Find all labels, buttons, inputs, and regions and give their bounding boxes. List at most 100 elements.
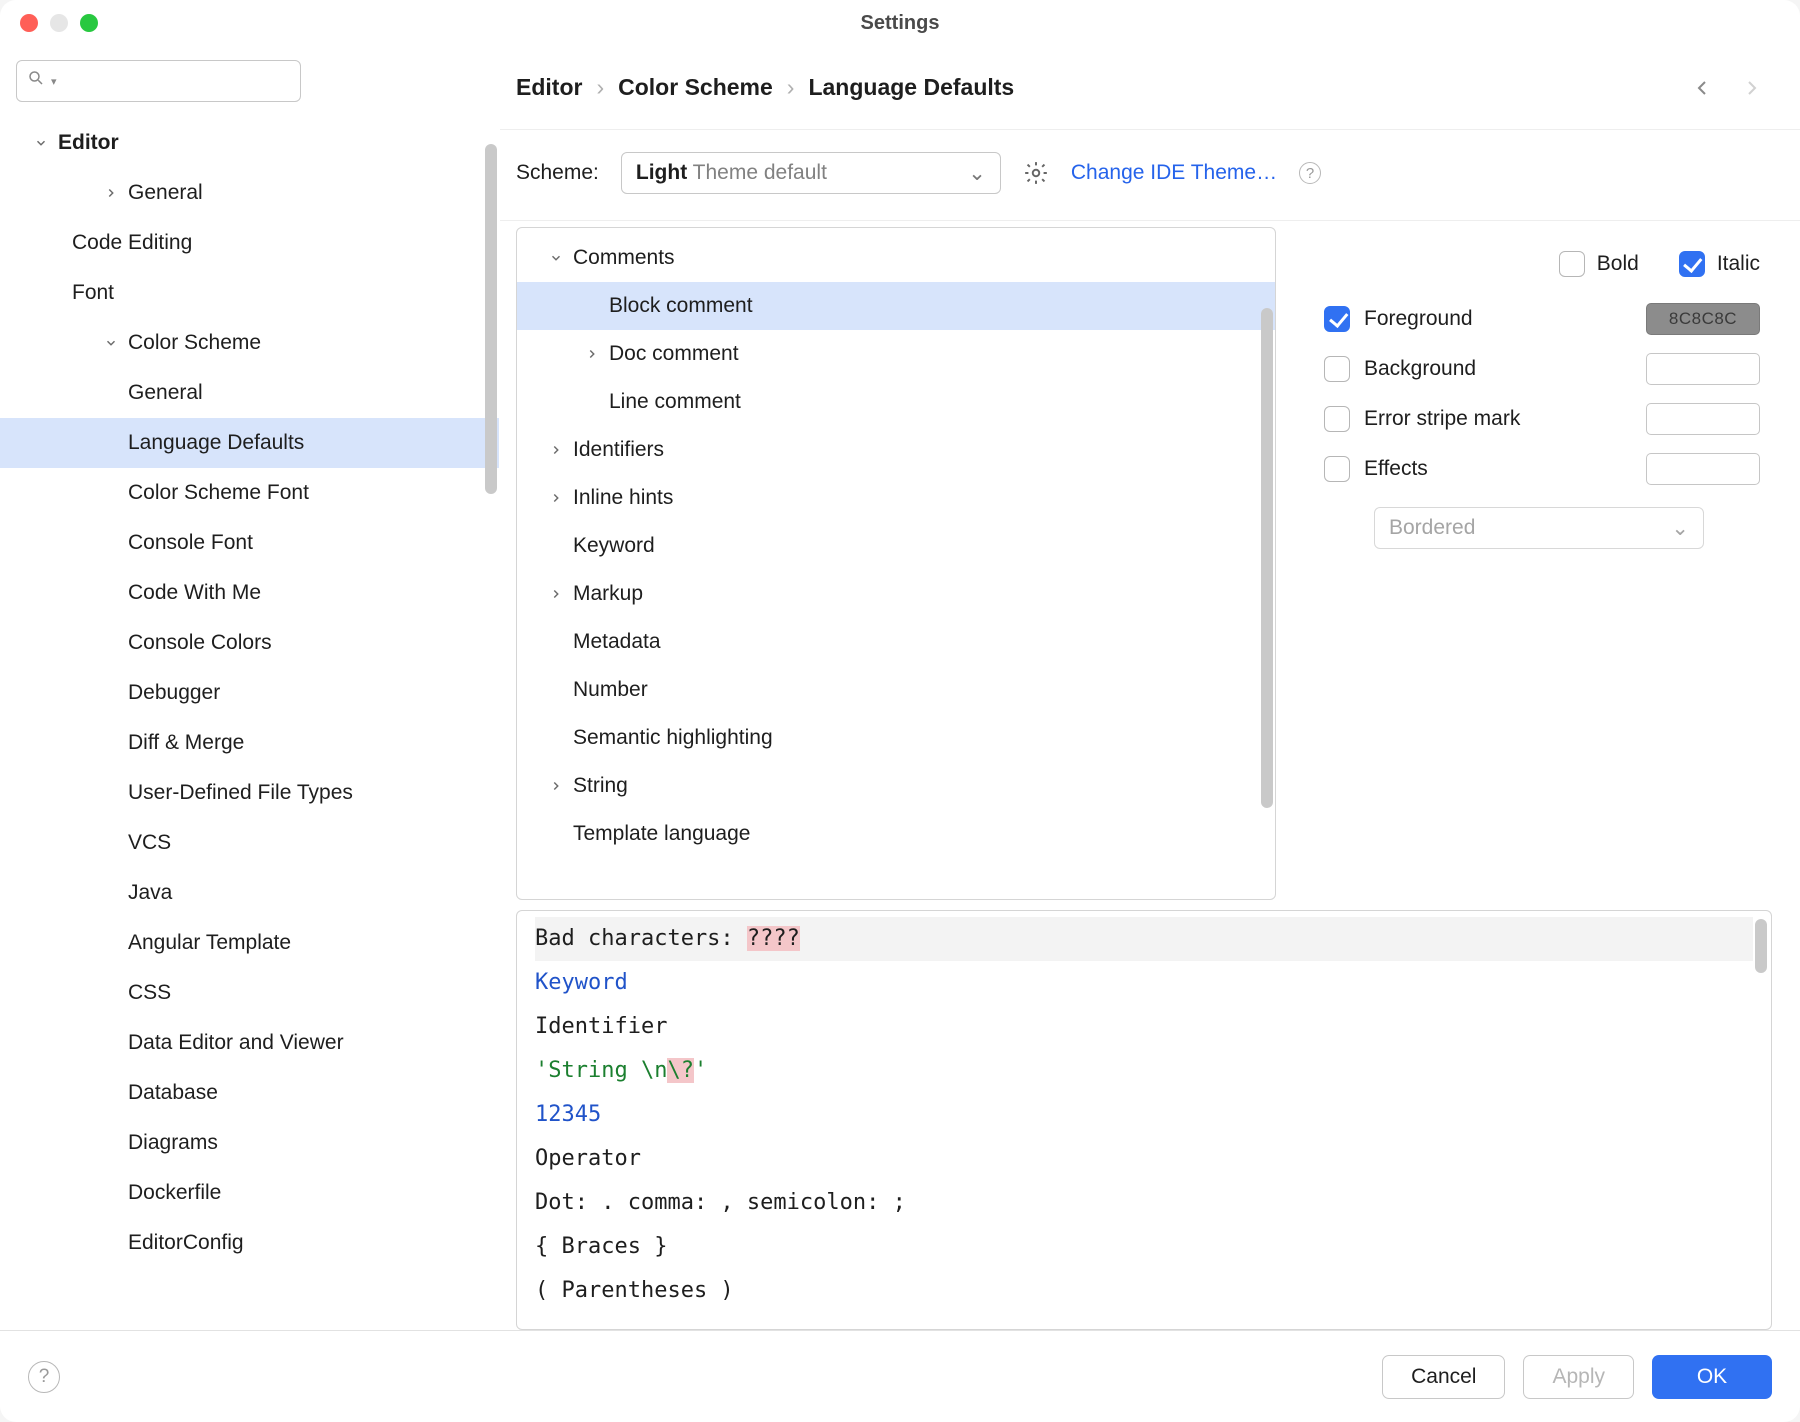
sidebar-item[interactable]: Code Editing bbox=[0, 218, 499, 268]
preview-text: Bad characters: bbox=[535, 926, 747, 951]
sidebar-item[interactable]: VCS bbox=[0, 818, 499, 868]
gear-icon[interactable] bbox=[1023, 160, 1049, 186]
element-tree-label: Number bbox=[573, 678, 648, 702]
elements-panel: Comments Block commentDoc comment Line com… bbox=[516, 227, 1276, 900]
element-tree-item[interactable]: Semantic highlighting bbox=[517, 714, 1275, 762]
element-tree-item[interactable]: Keyword bbox=[517, 522, 1275, 570]
element-tree-label: Line comment bbox=[609, 390, 741, 414]
effects-color-swatch[interactable] bbox=[1646, 453, 1760, 485]
crumb-editor[interactable]: Editor bbox=[516, 74, 582, 101]
sidebar-item[interactable]: EditorConfig bbox=[0, 1218, 499, 1268]
scrollbar-thumb[interactable] bbox=[1261, 308, 1273, 808]
scheme-toolbar: Scheme: Light Theme default ⌄ Change IDE… bbox=[500, 130, 1800, 221]
sidebar-item[interactable]: General bbox=[0, 368, 499, 418]
nav-forward-button bbox=[1734, 76, 1770, 100]
foreground-checkbox[interactable] bbox=[1324, 306, 1350, 332]
italic-checkbox[interactable]: Italic bbox=[1679, 251, 1760, 277]
element-tree-item[interactable]: String bbox=[517, 762, 1275, 810]
element-tree-label: String bbox=[573, 774, 628, 798]
background-checkbox[interactable] bbox=[1324, 356, 1350, 382]
element-tree-item[interactable]: Line comment bbox=[517, 378, 1275, 426]
sidebar-item-label: General bbox=[128, 381, 203, 405]
sidebar-item-label: Angular Template bbox=[128, 931, 291, 955]
sidebar-item[interactable]: Angular Template bbox=[0, 918, 499, 968]
sidebar-item[interactable]: Language Defaults bbox=[0, 418, 499, 468]
maximize-icon[interactable] bbox=[80, 14, 98, 32]
sidebar-item[interactable]: Diagrams bbox=[0, 1118, 499, 1168]
sidebar-item-label: Dockerfile bbox=[128, 1181, 221, 1205]
main-panel: Editor › Color Scheme › Language Default… bbox=[500, 46, 1800, 1330]
element-tree-item[interactable]: Identifiers bbox=[517, 426, 1275, 474]
sidebar-item[interactable]: Debugger bbox=[0, 668, 499, 718]
sidebar-item[interactable]: CSS bbox=[0, 968, 499, 1018]
sidebar-item[interactable]: Code With Me bbox=[0, 568, 499, 618]
sidebar-item-label: Color Scheme Font bbox=[128, 481, 309, 505]
sidebar-item-label: Code Editing bbox=[72, 231, 192, 255]
error-stripe-checkbox[interactable] bbox=[1324, 406, 1350, 432]
sidebar-item[interactable]: Diff & Merge bbox=[0, 718, 499, 768]
crumb-color-scheme[interactable]: Color Scheme bbox=[618, 74, 773, 101]
close-icon[interactable] bbox=[20, 14, 38, 32]
elements-tree[interactable]: Comments Block commentDoc comment Line com… bbox=[517, 228, 1275, 899]
scrollbar-thumb[interactable] bbox=[1755, 919, 1767, 973]
preview-editor[interactable]: Bad characters: ???? Keyword Identifier … bbox=[516, 910, 1772, 1330]
preview-number: 12345 bbox=[535, 1102, 601, 1127]
sidebar-item[interactable]: Console Colors bbox=[0, 618, 499, 668]
chevron-right-icon bbox=[545, 491, 567, 505]
help-icon[interactable]: ? bbox=[28, 1361, 60, 1393]
scrollbar-thumb[interactable] bbox=[485, 144, 497, 494]
preview-bad-chars: ???? bbox=[747, 926, 800, 951]
bold-label: Bold bbox=[1597, 252, 1639, 276]
element-tree-item[interactable]: Comments bbox=[517, 234, 1275, 282]
sidebar-item[interactable]: Database bbox=[0, 1068, 499, 1118]
sidebar-item-label: Console Font bbox=[128, 531, 253, 555]
sidebar-item-label: EditorConfig bbox=[128, 1231, 244, 1255]
sidebar-item[interactable]: Data Editor and Viewer bbox=[0, 1018, 499, 1068]
element-tree-label: Markup bbox=[573, 582, 643, 606]
element-tree-item[interactable]: Number bbox=[517, 666, 1275, 714]
sidebar-item[interactable]: Color Scheme bbox=[0, 318, 499, 368]
error-stripe-color-swatch[interactable] bbox=[1646, 403, 1760, 435]
element-tree-item[interactable]: Template language bbox=[517, 810, 1275, 858]
sidebar-item[interactable]: Console Font bbox=[0, 518, 499, 568]
preview-content: Bad characters: ???? Keyword Identifier … bbox=[517, 911, 1771, 1319]
chevron-right-icon bbox=[545, 779, 567, 793]
element-tree-label: Comments bbox=[573, 246, 675, 270]
sidebar-item[interactable]: General bbox=[0, 168, 499, 218]
sidebar-item[interactable]: Editor bbox=[0, 118, 499, 168]
sidebar-item[interactable]: Java bbox=[0, 868, 499, 918]
preview-keyword: Keyword bbox=[535, 970, 628, 995]
cancel-button[interactable]: Cancel bbox=[1382, 1355, 1505, 1399]
ok-button[interactable]: OK bbox=[1652, 1355, 1772, 1399]
settings-side-panel: ▾ EditorGeneralCode EditingFontColor Sch… bbox=[0, 46, 500, 1330]
sidebar-item[interactable]: Dockerfile bbox=[0, 1168, 499, 1218]
scheme-subtitle: Theme default bbox=[693, 161, 827, 184]
sidebar-item-label: Diff & Merge bbox=[128, 731, 244, 755]
background-color-swatch[interactable] bbox=[1646, 353, 1760, 385]
help-icon[interactable]: ? bbox=[1299, 162, 1321, 184]
chevron-down-icon bbox=[100, 336, 122, 350]
nav-back-button[interactable] bbox=[1684, 76, 1720, 100]
body: ▾ EditorGeneralCode EditingFontColor Sch… bbox=[0, 46, 1800, 1330]
scheme-dropdown[interactable]: Light Theme default ⌄ bbox=[621, 152, 1001, 194]
bold-checkbox[interactable]: Bold bbox=[1559, 251, 1639, 277]
effects-checkbox[interactable] bbox=[1324, 456, 1350, 482]
foreground-color-swatch[interactable]: 8C8C8C bbox=[1646, 303, 1760, 335]
settings-tree[interactable]: EditorGeneralCode EditingFontColor Schem… bbox=[0, 114, 499, 1330]
element-tree-item[interactable]: Block comment bbox=[517, 282, 1275, 330]
element-tree-item[interactable]: Metadata bbox=[517, 618, 1275, 666]
breadcrumb: Editor › Color Scheme › Language Default… bbox=[516, 74, 1014, 101]
sidebar-item[interactable]: Color Scheme Font bbox=[0, 468, 499, 518]
chevron-right-icon bbox=[545, 587, 567, 601]
minimize-icon[interactable] bbox=[50, 14, 68, 32]
element-tree-item[interactable]: Inline hints bbox=[517, 474, 1275, 522]
search-input[interactable]: ▾ bbox=[16, 60, 301, 102]
preview-invalid-escape: \? bbox=[667, 1058, 694, 1083]
change-theme-link[interactable]: Change IDE Theme… bbox=[1071, 161, 1277, 185]
sidebar-item[interactable]: Font bbox=[0, 268, 499, 318]
element-tree-item[interactable]: Markup bbox=[517, 570, 1275, 618]
element-tree-item[interactable]: Doc comment bbox=[517, 330, 1275, 378]
sidebar-item-label: User-Defined File Types bbox=[128, 781, 353, 805]
chevron-down-icon bbox=[30, 136, 52, 150]
sidebar-item[interactable]: User-Defined File Types bbox=[0, 768, 499, 818]
